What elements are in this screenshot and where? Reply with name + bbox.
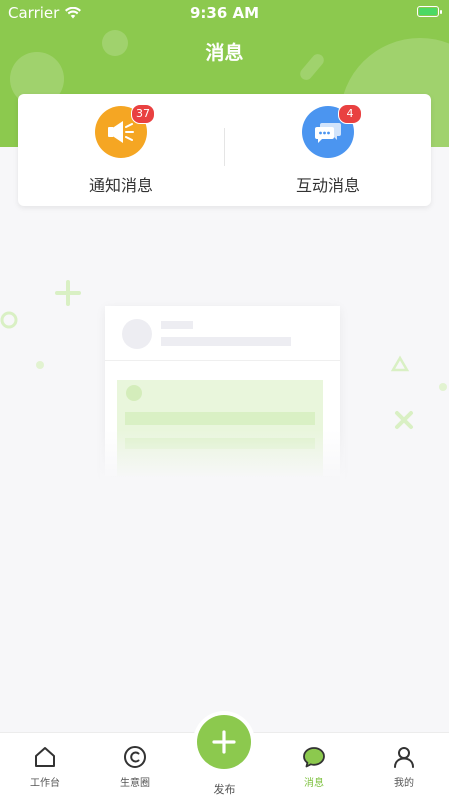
notification-messages-tile[interactable]: 37 通知消息: [18, 94, 224, 206]
tab-mine-label: 我的: [394, 778, 414, 789]
tab-business-circle-label: 生意圈: [120, 778, 150, 789]
interaction-messages-tile[interactable]: 4 互动消息: [225, 94, 431, 206]
plus-icon: [212, 730, 236, 754]
tab-messages-label: 消息: [304, 778, 324, 789]
interaction-badge: 4: [338, 104, 362, 124]
tab-messages[interactable]: 消息: [269, 733, 359, 801]
message-category-card: 37 通知消息 4 互动消息: [18, 94, 431, 206]
megaphone-icon: [108, 121, 134, 143]
home-icon: [35, 747, 55, 767]
publish-label: 发布: [213, 783, 236, 796]
battery-icon: [417, 6, 442, 17]
page-title: 消息: [205, 42, 244, 64]
tab-business-circle[interactable]: 生意圈: [90, 733, 180, 801]
person-icon: [394, 747, 414, 768]
status-bar: Carrier 9:36 AM: [0, 0, 449, 24]
tab-workbench-label: 工作台: [30, 778, 60, 789]
chat-bubbles-icon: [315, 123, 341, 143]
interaction-messages-label: 互动消息: [295, 176, 360, 195]
tab-mine[interactable]: 我的: [359, 733, 449, 801]
notification-messages-label: 通知消息: [88, 176, 153, 195]
message-icon: [303, 747, 325, 768]
notification-badge: 37: [131, 104, 155, 124]
interaction-icon-circle: 4: [302, 104, 362, 158]
clock: 9:36 AM: [189, 4, 260, 22]
tab-workbench[interactable]: 工作台: [0, 733, 90, 801]
publish-button[interactable]: [197, 715, 251, 769]
empty-state-illustration: [0, 270, 449, 500]
copyright-circle-icon: [124, 746, 146, 768]
illustration-fade: [100, 430, 345, 500]
notification-icon-circle: 37: [95, 104, 155, 158]
